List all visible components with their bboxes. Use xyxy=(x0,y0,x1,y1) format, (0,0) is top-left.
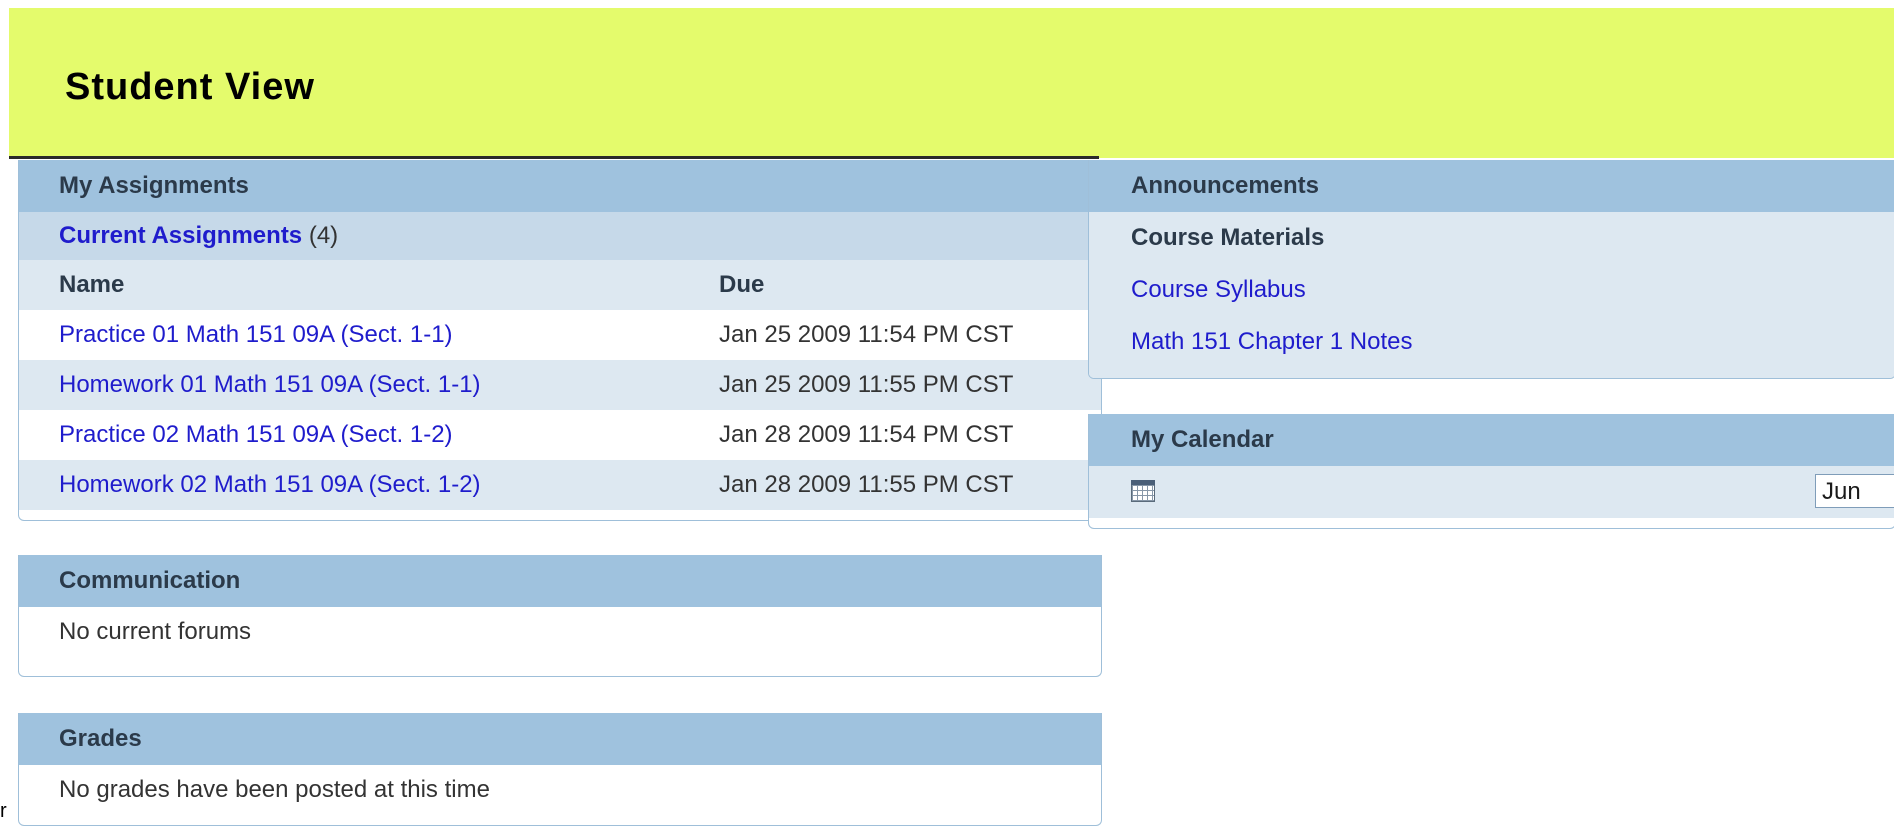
table-row: Homework 01 Math 151 09A (Sect. 1-1) Jan… xyxy=(19,360,1101,410)
calendar-toolbar: Jun xyxy=(1089,466,1894,518)
assignment-due: Jan 25 2009 11:54 PM CST xyxy=(719,321,1014,348)
announcements-body: Course Materials Course Syllabus Math 15… xyxy=(1089,212,1894,378)
no-grades-message: No grades have been posted at this time xyxy=(19,765,1101,815)
my-assignments-panel: My Assignments Current Assignments (4) N… xyxy=(18,160,1102,521)
announcements-panel: Announcements Course Materials Course Sy… xyxy=(1088,160,1894,379)
assignment-link[interactable]: Homework 02 Math 151 09A (Sect. 1-2) xyxy=(59,471,481,498)
current-assignments-count: (4) xyxy=(308,222,339,249)
assignments-column-headers: Name Due xyxy=(19,260,1101,310)
column-header-due[interactable]: Due xyxy=(719,260,764,310)
communication-header[interactable]: Communication xyxy=(19,555,1101,607)
announcement-item: Course Syllabus xyxy=(1089,264,1894,316)
no-forums-message: No current forums xyxy=(19,607,1101,657)
current-assignments-row: Current Assignments (4) xyxy=(19,212,1101,260)
table-row: Practice 02 Math 151 09A (Sect. 1-2) Jan… xyxy=(19,410,1101,460)
calendar-icon[interactable] xyxy=(1131,480,1155,502)
table-row: Practice 01 Math 151 09A (Sect. 1-1) Jan… xyxy=(19,310,1101,360)
my-calendar-header[interactable]: My Calendar xyxy=(1089,414,1894,466)
course-syllabus-link[interactable]: Course Syllabus xyxy=(1131,276,1306,303)
banner-divider xyxy=(9,156,1099,159)
course-materials-heading: Course Materials xyxy=(1131,224,1325,251)
grades-panel: Grades No grades have been posted at thi… xyxy=(18,713,1102,826)
grades-header[interactable]: Grades xyxy=(19,713,1101,765)
table-row: Homework 02 Math 151 09A (Sect. 1-2) Jan… xyxy=(19,460,1101,510)
current-assignments-link[interactable]: Current Assignments xyxy=(59,222,302,249)
assignment-link[interactable]: Homework 01 Math 151 09A (Sect. 1-1) xyxy=(59,371,481,398)
assignment-link[interactable]: Practice 01 Math 151 09A (Sect. 1-1) xyxy=(59,321,453,348)
chapter-notes-link[interactable]: Math 151 Chapter 1 Notes xyxy=(1131,328,1413,355)
edge-text-fragment: r xyxy=(0,800,7,822)
page-banner: Student View xyxy=(9,8,1894,158)
assignment-due: Jan 28 2009 11:55 PM CST xyxy=(719,471,1014,498)
communication-panel: Communication No current forums xyxy=(18,555,1102,677)
assignment-link[interactable]: Practice 02 Math 151 09A (Sect. 1-2) xyxy=(59,421,453,448)
column-header-name[interactable]: Name xyxy=(59,271,124,298)
assignment-due: Jan 25 2009 11:55 PM CST xyxy=(719,371,1014,398)
announcement-item: Math 151 Chapter 1 Notes xyxy=(1089,316,1894,368)
page-title: Student View xyxy=(65,66,315,108)
my-calendar-panel: My Calendar Jun xyxy=(1088,414,1894,529)
announcements-header[interactable]: Announcements xyxy=(1089,160,1894,212)
month-select[interactable]: Jun xyxy=(1815,474,1894,508)
my-assignments-header[interactable]: My Assignments xyxy=(19,160,1101,212)
assignment-due: Jan 28 2009 11:54 PM CST xyxy=(719,421,1014,448)
